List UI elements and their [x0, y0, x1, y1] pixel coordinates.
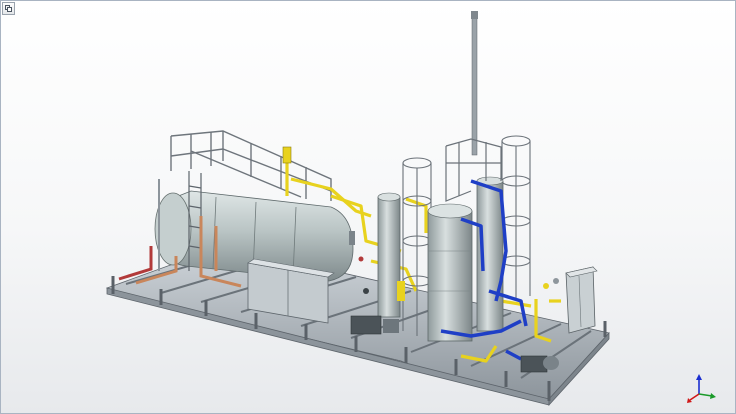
3d-viewport[interactable] [0, 0, 736, 414]
small-column [377, 192, 401, 318]
cage-ladder-right [501, 135, 531, 301]
pump-skid-right [520, 355, 559, 373]
yellow-valve [282, 146, 292, 164]
plant-model-scene[interactable] [1, 1, 735, 413]
vessel-platform-railing [170, 130, 332, 201]
analyzer-cabinet [565, 266, 598, 334]
axis-triad-icon [687, 374, 716, 403]
vent-stack [471, 11, 478, 156]
main-column [427, 203, 473, 342]
